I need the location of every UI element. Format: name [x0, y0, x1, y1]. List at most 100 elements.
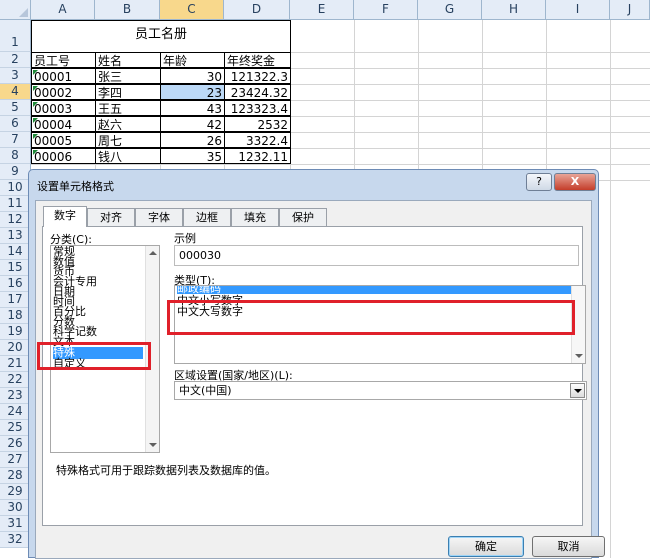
row-header[interactable]: 15 [0, 260, 31, 276]
employee-id-cell[interactable]: 00004 [31, 116, 96, 132]
row-header[interactable]: 31 [0, 516, 31, 532]
sample-value: 000030 [174, 245, 579, 266]
dialog-title: 设置单元格格式 [37, 180, 114, 193]
age-cell[interactable]: 35 [160, 148, 225, 164]
row-header[interactable]: 5 [0, 100, 31, 116]
row-header[interactable]: 29 [0, 484, 31, 500]
row-header[interactable]: 16 [0, 276, 31, 292]
type-item[interactable]: 中文大写数字 [177, 306, 571, 317]
column-header-j[interactable]: J [610, 0, 650, 20]
row-header[interactable]: 13 [0, 228, 31, 244]
name-cell[interactable]: 周七 [95, 132, 161, 148]
tab-alignment[interactable]: 对齐 [87, 208, 135, 226]
employee-id-cell[interactable]: 00005 [31, 132, 96, 148]
name-cell[interactable]: 王五 [95, 100, 161, 116]
name-cell[interactable]: 赵六 [95, 116, 161, 132]
column-header-d[interactable]: D [224, 0, 290, 20]
type-list[interactable]: 邮政编码 中文小写数字 中文大写数字 [174, 285, 586, 364]
row-header[interactable]: 10 [0, 180, 31, 196]
chevron-down-icon[interactable] [570, 383, 585, 398]
tab-protection[interactable]: 保护 [279, 208, 327, 226]
type-item-selected[interactable]: 邮政编码 [177, 286, 571, 294]
format-cells-dialog[interactable]: 设置单元格格式 ? X 数字 对齐 字体 边框 填充 保护 分类(C): 常规 … [28, 169, 605, 559]
column-header-f[interactable]: F [354, 0, 418, 20]
row-header[interactable]: 25 [0, 420, 31, 436]
row-header[interactable]: 7 [0, 132, 31, 148]
tab-number[interactable]: 数字 [43, 206, 87, 227]
tab-fill[interactable]: 填充 [231, 208, 279, 226]
bonus-cell[interactable]: 23424.32 [224, 84, 291, 100]
scroll-down-icon[interactable] [575, 354, 583, 358]
select-all-corner[interactable] [0, 0, 31, 20]
column-header-h[interactable]: H [482, 0, 546, 20]
bonus-cell[interactable]: 121322.3 [224, 68, 291, 84]
header-cell[interactable]: 年终奖金 [224, 52, 291, 68]
type-scrollbar[interactable] [571, 286, 585, 363]
dialog-body: 数字 对齐 字体 边框 填充 保护 分类(C): 常规 数值 货币 会计专用 日… [35, 200, 605, 559]
table-title[interactable]: 员工名册 [31, 20, 291, 53]
column-header-e[interactable]: E [290, 0, 354, 20]
row-header[interactable]: 23 [0, 388, 31, 404]
age-cell[interactable]: 43 [160, 100, 225, 116]
column-header-c[interactable]: C [160, 0, 224, 20]
row-header[interactable]: 32 [0, 532, 31, 548]
row-header[interactable]: 30 [0, 500, 31, 516]
name-cell[interactable]: 钱八 [95, 148, 161, 164]
help-button[interactable]: ? [526, 173, 552, 191]
row-header[interactable]: 8 [0, 148, 31, 164]
row-header[interactable]: 20 [0, 340, 31, 356]
column-header-i[interactable]: I [546, 0, 610, 20]
row-header[interactable]: 14 [0, 244, 31, 260]
row-header[interactable]: 18 [0, 308, 31, 324]
row-header[interactable]: 1 [0, 20, 31, 52]
sample-label: 示例 [174, 232, 196, 245]
row-header[interactable]: 9 [0, 164, 31, 180]
column-header-b[interactable]: B [95, 0, 160, 20]
header-cell[interactable]: 员工号 [31, 52, 96, 68]
tab-font[interactable]: 字体 [135, 208, 183, 226]
locale-select[interactable]: 中文(中国) [174, 381, 587, 400]
category-item[interactable]: 自定义 [53, 358, 143, 369]
bonus-cell[interactable]: 123323.4 [224, 100, 291, 116]
row-header[interactable]: 27 [0, 452, 31, 468]
row-header[interactable]: 4 [0, 84, 31, 100]
row-header[interactable]: 12 [0, 212, 31, 228]
scroll-down-icon[interactable] [149, 443, 157, 447]
category-scrollbar[interactable] [145, 246, 159, 452]
row-header[interactable]: 19 [0, 324, 31, 340]
row-header[interactable]: 3 [0, 68, 31, 84]
tab-border[interactable]: 边框 [183, 208, 231, 226]
employee-id-cell[interactable]: 00003 [31, 100, 96, 116]
name-cell[interactable]: 张三 [95, 68, 161, 84]
employee-id-cell[interactable]: 00001 [31, 68, 96, 84]
employee-id-cell[interactable]: 00002 [31, 84, 96, 100]
bonus-cell[interactable]: 1232.11 [224, 148, 291, 164]
close-button[interactable]: X [554, 173, 596, 191]
age-cell[interactable]: 30 [160, 68, 225, 84]
row-header[interactable]: 26 [0, 436, 31, 452]
row-header[interactable]: 11 [0, 196, 31, 212]
bonus-cell[interactable]: 2532 [224, 116, 291, 132]
scroll-up-icon[interactable] [149, 251, 157, 255]
row-header[interactable]: 17 [0, 292, 31, 308]
row-header[interactable]: 2 [0, 52, 31, 68]
column-header-a[interactable]: A [31, 0, 95, 20]
row-header[interactable]: 24 [0, 404, 31, 420]
category-list[interactable]: 常规 数值 货币 会计专用 日期 时间 百分比 分数 科学记数 文本 特殊 自定… [50, 245, 160, 453]
row-header[interactable]: 28 [0, 468, 31, 484]
ok-button[interactable]: 确定 [448, 536, 524, 557]
row-header[interactable]: 6 [0, 116, 31, 132]
locale-value: 中文(中国) [179, 384, 232, 397]
age-cell[interactable]: 26 [160, 132, 225, 148]
column-header-g[interactable]: G [418, 0, 482, 20]
employee-id-cell[interactable]: 00006 [31, 148, 96, 164]
age-cell-selected[interactable]: 23 [160, 84, 225, 100]
name-cell[interactable]: 李四 [95, 84, 161, 100]
cancel-button[interactable]: 取消 [532, 536, 605, 557]
row-header[interactable]: 21 [0, 356, 31, 372]
header-cell[interactable]: 年龄 [160, 52, 225, 68]
bonus-cell[interactable]: 3322.4 [224, 132, 291, 148]
age-cell[interactable]: 42 [160, 116, 225, 132]
header-cell[interactable]: 姓名 [95, 52, 161, 68]
row-header[interactable]: 22 [0, 372, 31, 388]
